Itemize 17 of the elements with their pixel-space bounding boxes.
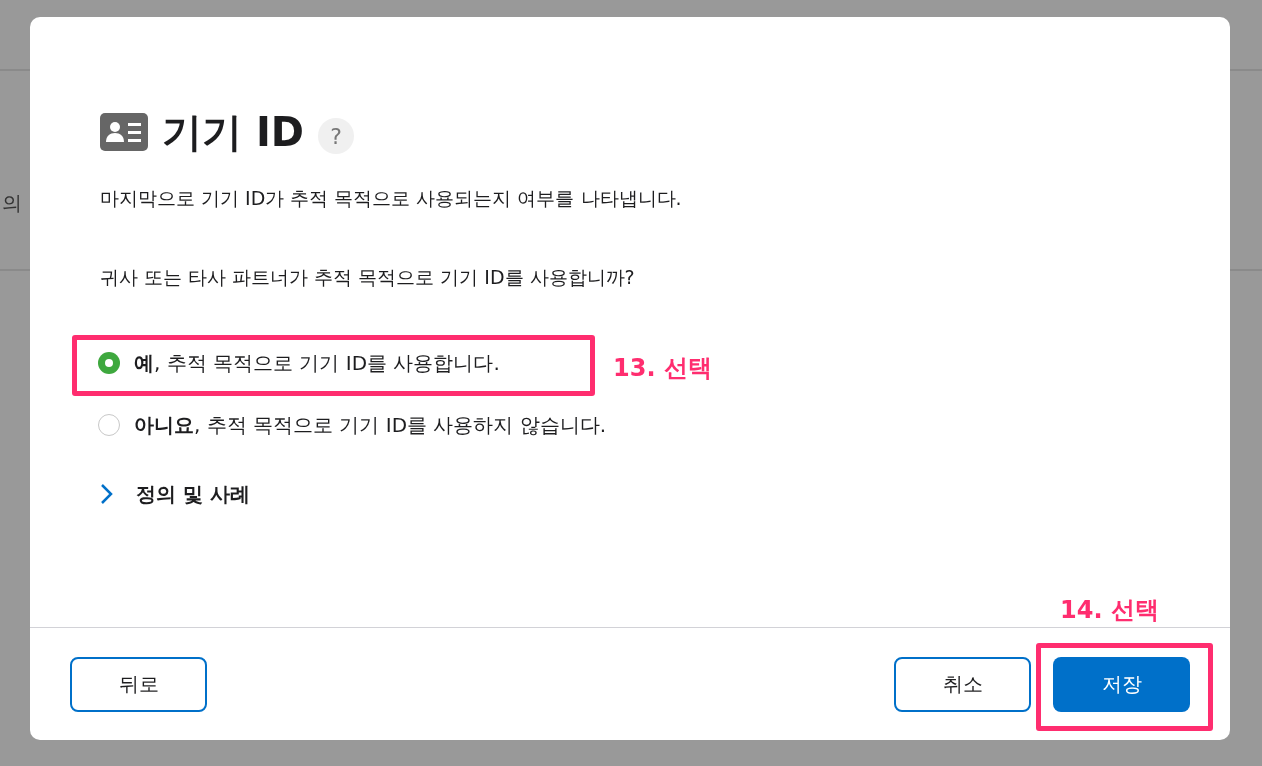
- radio-option[interactable]: 예, 추적 목적으로 기기 ID를 사용합니다.: [98, 343, 500, 383]
- cancel-button[interactable]: 취소: [894, 656, 1031, 712]
- dialog-title: 기기 ID: [162, 108, 304, 157]
- help-button[interactable]: ?: [318, 118, 354, 154]
- radio-option[interactable]: 아니요, 추적 목적으로 기기 ID를 사용하지 않습니다.: [98, 405, 607, 445]
- definitions-disclosure[interactable]: 정의 및 사례: [100, 479, 250, 509]
- radio-button[interactable]: [98, 414, 120, 436]
- radio-button[interactable]: [98, 352, 120, 374]
- annotation-label: 13. 선택: [613, 353, 712, 384]
- chevron-icon: [100, 483, 114, 505]
- annotation-label: 14. 선택: [1060, 595, 1159, 626]
- background-text: 의: [2, 190, 22, 217]
- question-text: 귀사 또는 타사 파트너가 추적 목적으로 기기 ID를 사용합니까?: [100, 264, 636, 290]
- back-button[interactable]: 뒤로: [70, 656, 207, 712]
- description-text: 마지막으로 기기 ID가 추적 목적으로 사용되는지 여부를 나타냅니다.: [100, 186, 683, 211]
- id-card-icon: [100, 113, 148, 151]
- save-button[interactable]: 저장: [1053, 656, 1190, 712]
